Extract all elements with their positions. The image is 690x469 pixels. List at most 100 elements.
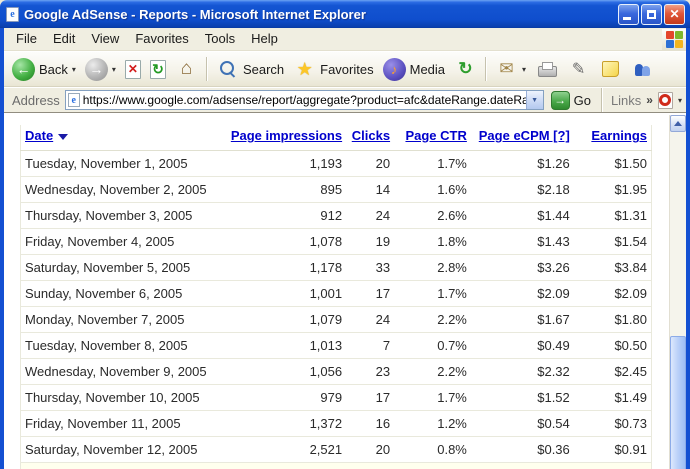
table-cell: $1.50 bbox=[574, 151, 652, 177]
minimize-button[interactable] bbox=[618, 4, 639, 25]
forward-icon bbox=[85, 58, 108, 81]
refresh-button[interactable] bbox=[146, 58, 170, 81]
discuss-button[interactable] bbox=[595, 56, 626, 83]
table-cell: $1.31 bbox=[574, 203, 652, 229]
titlebar[interactable]: e Google AdSense - Reports - Microsoft I… bbox=[0, 0, 690, 28]
table-cell: $0.88 bbox=[471, 463, 574, 469]
toolbar: Back▾▾SearchFavoritesMedia▾ bbox=[4, 51, 686, 87]
close-icon: ✕ bbox=[669, 8, 679, 20]
forward-button[interactable]: ▾ bbox=[81, 56, 120, 83]
column-header-date[interactable]: Date bbox=[21, 125, 222, 151]
table-cell: $1.43 bbox=[471, 229, 574, 255]
table-row: Tuesday, November 1, 20051,193201.7%$1.2… bbox=[21, 151, 652, 177]
table-row: Sunday, November 6, 20051,001171.7%$2.09… bbox=[21, 281, 652, 307]
table-cell: $3.84 bbox=[574, 255, 652, 281]
print-button[interactable] bbox=[531, 56, 562, 83]
scroll-up-button[interactable] bbox=[670, 115, 686, 132]
table-cell: $2.18 bbox=[471, 177, 574, 203]
menu-view[interactable]: View bbox=[83, 28, 127, 49]
table-cell: 1,056 bbox=[221, 359, 346, 385]
table-cell: Saturday, November 12, 2005 bbox=[21, 437, 222, 463]
toolbar-separator bbox=[485, 57, 487, 81]
ie-page-icon: e bbox=[68, 93, 80, 107]
edit-button[interactable] bbox=[563, 56, 594, 83]
table-cell: $1.49 bbox=[574, 385, 652, 411]
table-cell: 20 bbox=[346, 437, 394, 463]
ie-page-icon: e bbox=[6, 7, 19, 22]
links-label[interactable]: Links bbox=[611, 93, 641, 108]
chevron-down-icon[interactable]: ▾ bbox=[522, 65, 526, 74]
table-cell: 1,078 bbox=[221, 229, 346, 255]
table-header-row: DatePage impressionsClicksPage CTRPage e… bbox=[21, 125, 652, 151]
back-button[interactable]: Back▾ bbox=[8, 56, 80, 83]
table-cell: 17 bbox=[346, 281, 394, 307]
table-cell: 0.8% bbox=[394, 437, 471, 463]
mail-button[interactable]: ▾ bbox=[491, 56, 530, 83]
sort-desc-icon bbox=[58, 134, 68, 140]
table-cell: 1.7% bbox=[394, 385, 471, 411]
table-cell: 912 bbox=[221, 203, 346, 229]
menu-edit[interactable]: Edit bbox=[45, 28, 83, 49]
media-label: Media bbox=[410, 62, 445, 77]
table-cell: 0.9% bbox=[394, 463, 471, 469]
maximize-button[interactable] bbox=[641, 4, 662, 25]
messenger-icon bbox=[631, 58, 654, 81]
table-cell: 24 bbox=[346, 307, 394, 333]
column-header-page-ecpm[interactable]: Page eCPM [?] bbox=[471, 125, 574, 151]
adobe-pdf-icon[interactable] bbox=[658, 92, 673, 109]
table-cell: 17 bbox=[346, 385, 394, 411]
menu-help[interactable]: Help bbox=[243, 28, 286, 49]
table-cell: 1,001 bbox=[221, 281, 346, 307]
edit-icon bbox=[567, 58, 590, 81]
table-cell: $0.91 bbox=[574, 437, 652, 463]
favorites-button[interactable]: Favorites bbox=[289, 56, 377, 83]
column-header-page-impressions[interactable]: Page impressions bbox=[221, 125, 346, 151]
print-icon bbox=[535, 58, 558, 81]
column-header-page-ctr[interactable]: Page CTR bbox=[394, 125, 471, 151]
table-cell: $2.09 bbox=[574, 281, 652, 307]
table-row: Wednesday, November 2, 2005895141.6%$2.1… bbox=[21, 177, 652, 203]
address-input[interactable]: https://www.google.com/adsense/report/ag… bbox=[83, 93, 526, 107]
chevron-down-icon[interactable]: ▾ bbox=[678, 96, 682, 105]
vertical-scrollbar[interactable] bbox=[669, 115, 686, 469]
messenger-button[interactable] bbox=[627, 56, 658, 83]
chevron-down-icon[interactable]: ▾ bbox=[112, 65, 116, 74]
links-overflow-chevron[interactable]: » bbox=[646, 93, 653, 107]
table-cell: Tuesday, November 1, 2005 bbox=[21, 151, 222, 177]
table-row: Saturday, November 12, 20052,521200.8%$0… bbox=[21, 437, 652, 463]
table-cell: 1.7% bbox=[394, 151, 471, 177]
table-cell: 2.6% bbox=[394, 203, 471, 229]
table-row: Monday, November 7, 20051,079242.2%$1.67… bbox=[21, 307, 652, 333]
table-cell: Thursday, November 10, 2005 bbox=[21, 385, 222, 411]
table-cell: $1.99 bbox=[574, 463, 652, 469]
media-button[interactable]: Media bbox=[379, 56, 449, 83]
report-table: DatePage impressionsClicksPage CTRPage e… bbox=[20, 125, 652, 469]
menu-favorites[interactable]: Favorites bbox=[127, 28, 196, 49]
close-button[interactable]: ✕ bbox=[664, 4, 685, 25]
separator bbox=[601, 88, 603, 112]
scrollbar-thumb[interactable] bbox=[670, 336, 686, 469]
table-cell: 2.2% bbox=[394, 359, 471, 385]
menu-file[interactable]: File bbox=[8, 28, 45, 49]
table-cell: $1.67 bbox=[471, 307, 574, 333]
menu-tools[interactable]: Tools bbox=[197, 28, 243, 49]
stop-button[interactable] bbox=[121, 58, 145, 81]
browser-window: e Google AdSense - Reports - Microsoft I… bbox=[0, 0, 690, 469]
table-cell: Friday, November 4, 2005 bbox=[21, 229, 222, 255]
table-cell: 1.6% bbox=[394, 177, 471, 203]
history-icon bbox=[454, 58, 477, 81]
home-button[interactable] bbox=[171, 56, 202, 83]
table-cell: 14 bbox=[346, 177, 394, 203]
chevron-down-icon[interactable]: ▾ bbox=[72, 65, 76, 74]
go-button[interactable]: → Go bbox=[549, 91, 593, 110]
table-cell: Thursday, November 3, 2005 bbox=[21, 203, 222, 229]
table-body: Tuesday, November 1, 20051,193201.7%$1.2… bbox=[21, 151, 652, 469]
table-cell: 2.2% bbox=[394, 307, 471, 333]
table-cell: Sunday, November 6, 2005 bbox=[21, 281, 222, 307]
column-header-earnings[interactable]: Earnings bbox=[574, 125, 652, 151]
address-combo[interactable]: e https://www.google.com/adsense/report/… bbox=[65, 90, 544, 110]
search-button[interactable]: Search bbox=[212, 56, 288, 83]
column-header-clicks[interactable]: Clicks bbox=[346, 125, 394, 151]
address-dropdown-button[interactable] bbox=[526, 91, 543, 109]
history-button[interactable] bbox=[450, 56, 481, 83]
